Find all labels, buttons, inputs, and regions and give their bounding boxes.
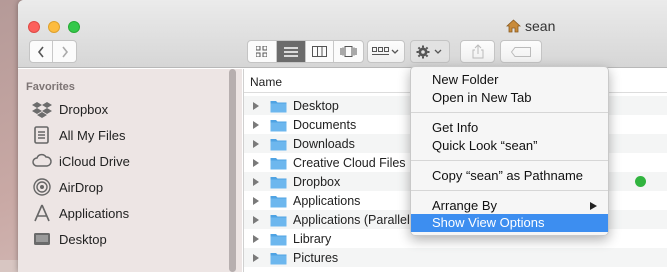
icon-view-button[interactable] <box>248 41 277 62</box>
sidebar-item-label: Applications <box>59 205 130 221</box>
file-name: Pictures <box>293 250 339 265</box>
forward-button[interactable] <box>53 41 76 62</box>
cover-flow-icon <box>340 46 357 57</box>
window-title: sean <box>506 18 555 34</box>
folder-icon <box>270 119 287 131</box>
folder-icon <box>270 176 287 188</box>
folder-icon <box>270 252 287 264</box>
back-forward-control <box>29 40 77 63</box>
menu-separator <box>411 160 608 161</box>
file-name: Downloads <box>293 136 355 151</box>
file-name: Applications <box>293 193 361 208</box>
disclosure-triangle[interactable] <box>253 139 259 148</box>
icon-grid-icon <box>256 46 268 57</box>
back-button[interactable] <box>30 41 54 62</box>
menu-item-new-folder[interactable]: New Folder <box>411 71 608 89</box>
list-view-button[interactable] <box>276 41 306 62</box>
sidebar-item-airdrop[interactable]: AirDrop <box>32 175 103 199</box>
cloud-icon <box>32 153 52 167</box>
file-name: Dropbox <box>293 174 341 189</box>
share-icon <box>472 44 483 59</box>
disclosure-triangle[interactable] <box>253 158 259 167</box>
file-row[interactable]: Pictures <box>244 248 667 267</box>
folder-icon <box>270 233 287 245</box>
menu-item-open-in-new-tab[interactable]: Open in New Tab <box>411 89 608 107</box>
action-menu: New Folder Open in New Tab Get Info Quic… <box>410 66 609 236</box>
columns-icon <box>311 46 327 57</box>
menu-item-get-info[interactable]: Get Info <box>411 119 608 137</box>
action-button[interactable] <box>410 40 450 63</box>
folder-icon <box>270 195 287 207</box>
file-name: Documents <box>293 117 357 132</box>
list-icon <box>283 46 298 57</box>
sidebar-item-label: AirDrop <box>59 179 104 195</box>
menu-item-label: Arrange By <box>432 198 498 213</box>
disclosure-triangle[interactable] <box>253 196 259 205</box>
folder-icon <box>270 100 287 112</box>
folder-icon <box>270 214 287 226</box>
sidebar-item-icloud-drive[interactable]: iCloud Drive <box>32 149 130 173</box>
file-name: Creative Cloud Files <box>293 155 406 170</box>
file-name: Library <box>293 231 332 246</box>
disclosure-triangle[interactable] <box>253 234 259 243</box>
submenu-arrow-icon <box>590 202 597 210</box>
disclosure-triangle[interactable] <box>253 215 259 224</box>
menu-item-quick-look[interactable]: Quick Look “sean” <box>411 137 608 155</box>
gear-icon <box>416 45 442 58</box>
menu-item-arrange-by[interactable]: Arrange By <box>411 197 608 215</box>
all-files-icon <box>34 126 49 144</box>
sidebar: Favorites Dropbox All My Files iCloud Dr… <box>18 69 242 272</box>
folder-icon <box>270 138 287 150</box>
menu-separator <box>411 112 608 113</box>
close-button[interactable] <box>28 21 40 33</box>
desktop-icon <box>34 233 50 245</box>
menu-item-copy-pathname[interactable]: Copy “sean” as Pathname <box>411 167 608 185</box>
cover-flow-button[interactable] <box>334 41 363 62</box>
tags-button[interactable] <box>500 40 542 63</box>
disclosure-triangle[interactable] <box>253 101 259 110</box>
tag-icon <box>511 46 531 57</box>
disclosure-triangle[interactable] <box>253 177 259 186</box>
sidebar-section-title: Favorites <box>26 81 75 93</box>
airdrop-icon <box>33 178 51 196</box>
sidebar-item-label: Desktop <box>59 231 107 247</box>
sidebar-scrollbar[interactable] <box>229 69 236 272</box>
sidebar-item-desktop[interactable]: Desktop <box>32 227 107 251</box>
sidebar-item-label: Dropbox <box>59 101 109 117</box>
share-button[interactable] <box>460 40 495 63</box>
menu-separator <box>411 190 608 191</box>
toolbar: sean <box>18 0 667 68</box>
file-name: Applications (Parallels) <box>293 212 421 227</box>
sync-status-icon <box>635 176 646 187</box>
sidebar-item-applications[interactable]: Applications <box>32 201 129 225</box>
sidebar-item-all-my-files[interactable]: All My Files <box>32 123 125 147</box>
disclosure-triangle[interactable] <box>253 253 259 262</box>
zoom-button[interactable] <box>68 21 80 33</box>
view-mode-control <box>247 40 364 63</box>
dropbox-icon <box>32 102 52 118</box>
home-icon <box>506 19 521 33</box>
chevron-left-icon <box>37 46 44 57</box>
window-title-text: sean <box>525 18 556 34</box>
folder-icon <box>270 157 287 169</box>
applications-icon <box>34 204 50 222</box>
disclosure-triangle[interactable] <box>253 120 259 129</box>
minimize-button[interactable] <box>48 21 60 33</box>
sidebar-item-label: All My Files <box>59 127 126 143</box>
sidebar-item-dropbox[interactable]: Dropbox <box>32 97 108 121</box>
column-view-button[interactable] <box>306 41 335 62</box>
chevron-right-icon <box>61 46 68 57</box>
file-name: Desktop <box>293 98 339 113</box>
sidebar-item-label: iCloud Drive <box>59 153 130 169</box>
menu-item-show-view-options[interactable]: Show View Options <box>411 214 608 232</box>
arrange-icon <box>372 46 399 55</box>
arrange-button[interactable] <box>367 40 405 63</box>
